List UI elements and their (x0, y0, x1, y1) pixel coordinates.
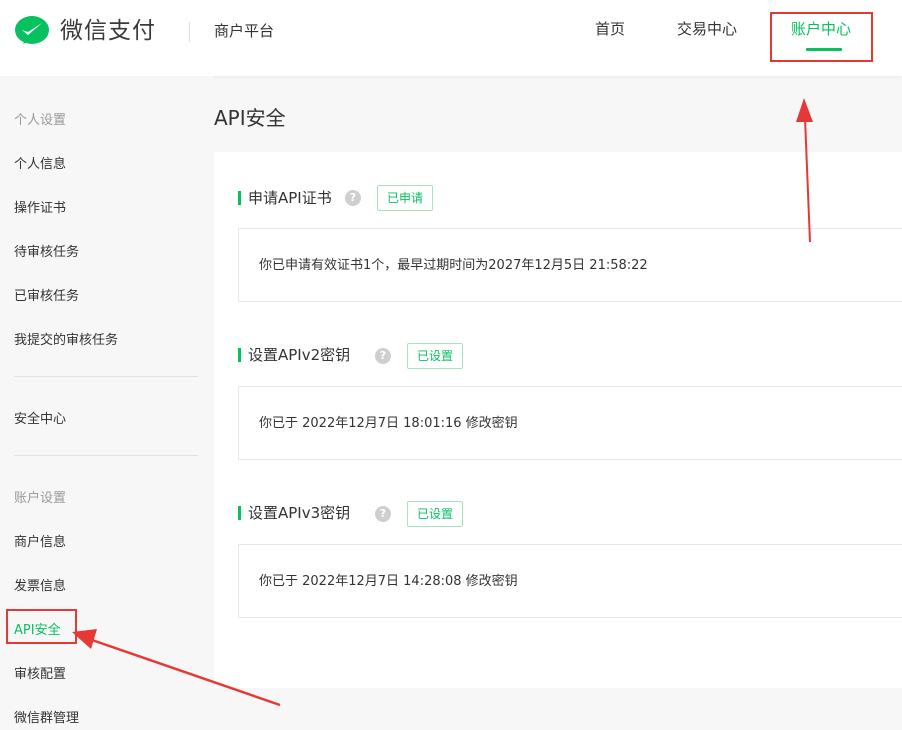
sidebar-item-personal-info[interactable]: 个人信息 (14, 153, 66, 172)
info-text-apiv3: 你已于 2022年12月7日 14:28:08 修改密钥 (259, 574, 518, 589)
sidebar-item-invoice-info[interactable]: 发票信息 (14, 575, 66, 594)
sidebar-item-security-center[interactable]: 安全中心 (14, 408, 66, 427)
section-marker (238, 191, 241, 205)
annotation-box-api-security (6, 609, 77, 644)
sidebar-item-wechat-group[interactable]: 微信群管理 (14, 707, 79, 726)
brand-name: 微信支付 (60, 18, 156, 44)
sidebar-item-reviewed-tasks[interactable]: 已审核任务 (14, 285, 79, 304)
sidebar-item-review-config[interactable]: 审核配置 (14, 663, 66, 682)
question-icon[interactable]: ? (345, 190, 361, 206)
sidebar-item-certificate[interactable]: 操作证书 (14, 197, 66, 216)
top-header: 微信支付 商户平台 首页 交易中心 账户中心 (0, 0, 902, 76)
info-box-apiv2: 你已于 2022年12月7日 18:01:16 修改密钥 (238, 386, 902, 460)
question-icon[interactable]: ? (375, 506, 391, 522)
brand-divider (189, 22, 190, 42)
page-title: API安全 (214, 106, 286, 130)
info-text-apiv2: 你已于 2022年12月7日 18:01:16 修改密钥 (259, 416, 518, 431)
sidebar-group-personal: 个人设置 (14, 113, 67, 128)
status-badge-applied: 已申请 (377, 185, 434, 211)
wechat-pay-logo-icon (15, 16, 49, 44)
info-box-apiv3: 你已于 2022年12月7日 14:28:08 修改密钥 (238, 544, 902, 618)
nav-home[interactable]: 首页 (595, 18, 625, 40)
sidebar-divider (14, 455, 198, 456)
section-marker (238, 506, 241, 520)
status-badge-set-v3: 已设置 (407, 501, 464, 527)
info-box-api-cert: 你已申请有效证书1个，最早过期时间为2027年12月5日 21:58:22 (238, 228, 902, 302)
question-icon[interactable]: ? (375, 348, 391, 364)
status-badge-set-v2: 已设置 (407, 343, 464, 369)
sidebar-divider (14, 376, 198, 377)
sidebar-item-merchant-info[interactable]: 商户信息 (14, 531, 66, 550)
sidebar-item-submitted-tasks[interactable]: 我提交的审核任务 (14, 329, 118, 348)
annotation-box-account-center (770, 12, 873, 62)
section-title-apiv2: 设置APIv2密钥 (248, 346, 351, 364)
section-title-apiv3: 设置APIv3密钥 (248, 504, 351, 522)
section-marker (238, 348, 241, 362)
nav-trade-center[interactable]: 交易中心 (677, 18, 737, 40)
sidebar-item-pending-tasks[interactable]: 待审核任务 (14, 241, 79, 260)
platform-subtitle: 商户平台 (214, 22, 275, 40)
info-text-api-cert: 你已申请有效证书1个，最早过期时间为2027年12月5日 21:58:22 (259, 258, 648, 273)
sidebar-group-account: 账户设置 (14, 491, 67, 506)
section-title-api-cert: 申请API证书 (248, 189, 332, 207)
